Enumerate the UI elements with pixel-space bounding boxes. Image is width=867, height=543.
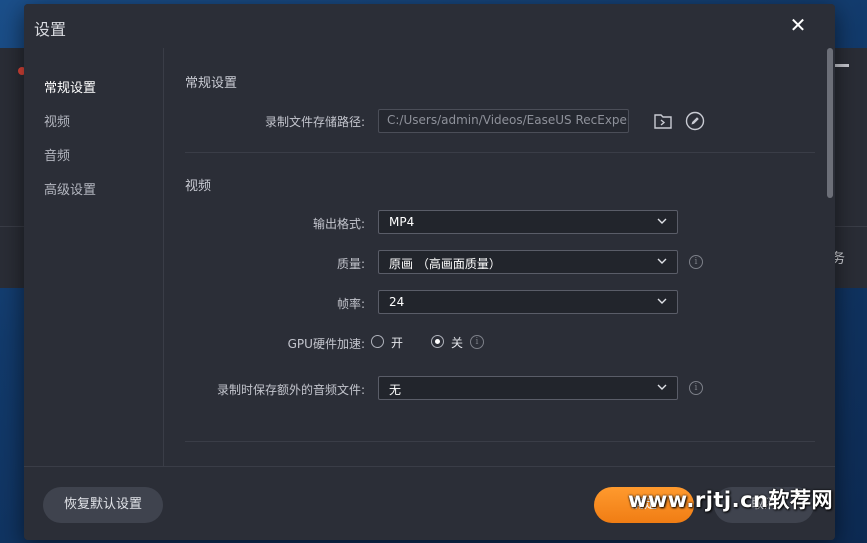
- close-icon[interactable]: ✕: [787, 14, 809, 36]
- content-scrollbar[interactable]: [827, 48, 833, 198]
- watermark-text: www.rjtj.cn软荐网: [628, 488, 834, 512]
- chevron-down-icon: [657, 258, 667, 264]
- gpu-on-label[interactable]: 开: [391, 334, 403, 351]
- framerate-select-value: 24: [389, 295, 405, 309]
- chevron-down-icon: [657, 384, 667, 390]
- dialog-title: 设置: [34, 20, 67, 39]
- video-section-title: 视频: [185, 179, 212, 194]
- gpu-off-radio[interactable]: [431, 335, 444, 348]
- sidebar-item-video[interactable]: 视频: [44, 111, 70, 130]
- path-label: 录制文件存储路径:: [264, 115, 365, 129]
- gpu-on-radio[interactable]: [371, 335, 384, 348]
- extra-audio-select[interactable]: 无: [378, 376, 678, 400]
- quality-select-value: 原画 （高画面质量）: [389, 257, 501, 271]
- settings-sidebar: 常规设置 视频 音频 高级设置: [24, 48, 164, 466]
- format-label: 输出格式:: [312, 217, 365, 231]
- background-minimize-icon: [835, 64, 849, 67]
- chevron-down-icon: [657, 218, 667, 224]
- gpu-off-label[interactable]: 关: [451, 334, 463, 351]
- save-path-input[interactable]: C:/Users/admin/Videos/EaseUS RecExperts: [378, 109, 629, 133]
- info-icon[interactable]: i: [470, 335, 484, 349]
- dialog-titlebar: 设置 ✕: [24, 4, 835, 48]
- settings-dialog: 设置 ✕ 常规设置 视频 音频 高级设置 常规设置 录制文件存储路径: C:/U…: [24, 4, 835, 540]
- restore-defaults-button[interactable]: 恢复默认设置: [43, 487, 163, 523]
- extra-audio-label: 录制时保存额外的音频文件:: [216, 383, 365, 397]
- quality-label: 质量:: [336, 257, 365, 271]
- sidebar-item-advanced[interactable]: 高级设置: [44, 179, 96, 198]
- quality-select[interactable]: 原画 （高画面质量）: [378, 250, 678, 274]
- sidebar-item-general[interactable]: 常规设置: [44, 77, 96, 96]
- edit-icon[interactable]: [684, 110, 706, 132]
- video-divider: [185, 441, 815, 442]
- folder-icon[interactable]: [652, 110, 674, 132]
- format-select[interactable]: MP4: [378, 210, 678, 234]
- sidebar-item-audio[interactable]: 音频: [44, 145, 70, 164]
- general-divider: [185, 152, 815, 153]
- format-select-value: MP4: [389, 215, 415, 229]
- info-icon[interactable]: i: [689, 381, 703, 395]
- extra-audio-select-value: 无: [389, 383, 402, 397]
- info-icon[interactable]: i: [689, 255, 703, 269]
- settings-content[interactable]: 常规设置 录制文件存储路径: C:/Users/admin/Videos/Eas…: [165, 48, 827, 466]
- gpu-label: GPU硬件加速:: [287, 337, 365, 351]
- framerate-label: 帧率:: [336, 297, 365, 311]
- framerate-select[interactable]: 24: [378, 290, 678, 314]
- general-section-title: 常规设置: [185, 76, 238, 91]
- chevron-down-icon: [657, 298, 667, 304]
